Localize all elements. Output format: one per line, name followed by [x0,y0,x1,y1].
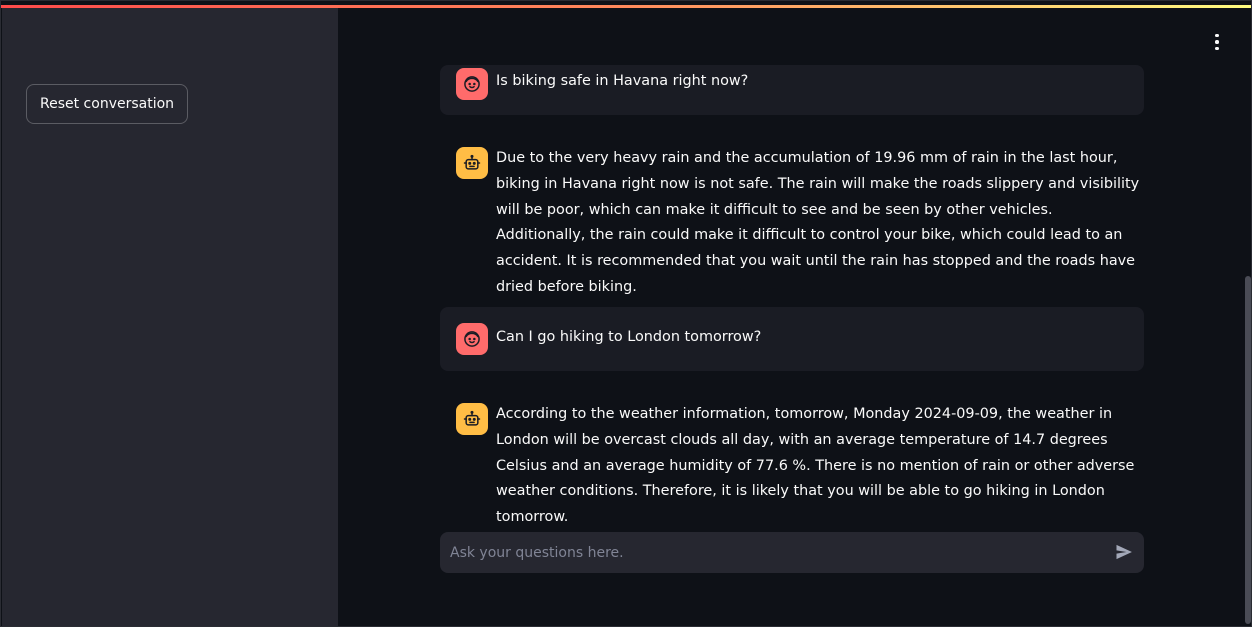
vertical-ellipsis-icon[interactable] [1209,32,1225,52]
chat-message-user: Can I go hiking to London tomorrow? [440,307,1144,371]
robot-icon [456,403,488,435]
send-arrow-icon[interactable] [1114,542,1134,562]
top-decoration [1,1,1251,8]
chat-history: Is biking safe in Havana right now? Due … [338,65,1251,535]
chat-message-assistant: Due to the very heavy rain and the accum… [440,137,1144,295]
message-text: According to the weather information, to… [496,406,1135,526]
chat-input-container [440,532,1144,573]
message-text: Due to the very heavy rain and the accum… [496,150,1140,295]
chat-message-assistant: According to the weather information, to… [440,393,1144,525]
message-text: Can I go hiking to London tomorrow? [496,329,762,345]
smiling-face-icon [456,323,488,355]
app-window: Reset conversation Is biking safe in Hav… [0,0,1252,627]
sidebar: Reset conversation [2,8,338,626]
scrollbar[interactable] [1245,276,1251,624]
chat-message-user: Is biking safe in Havana right now? [440,65,1144,115]
robot-icon [456,147,488,179]
main-panel: Is biking safe in Havana right now? Due … [338,8,1251,626]
chat-input[interactable] [440,532,1100,573]
smiling-face-icon [456,68,488,100]
message-text: Is biking safe in Havana right now? [496,73,749,89]
reset-conversation-button[interactable]: Reset conversation [26,84,189,124]
